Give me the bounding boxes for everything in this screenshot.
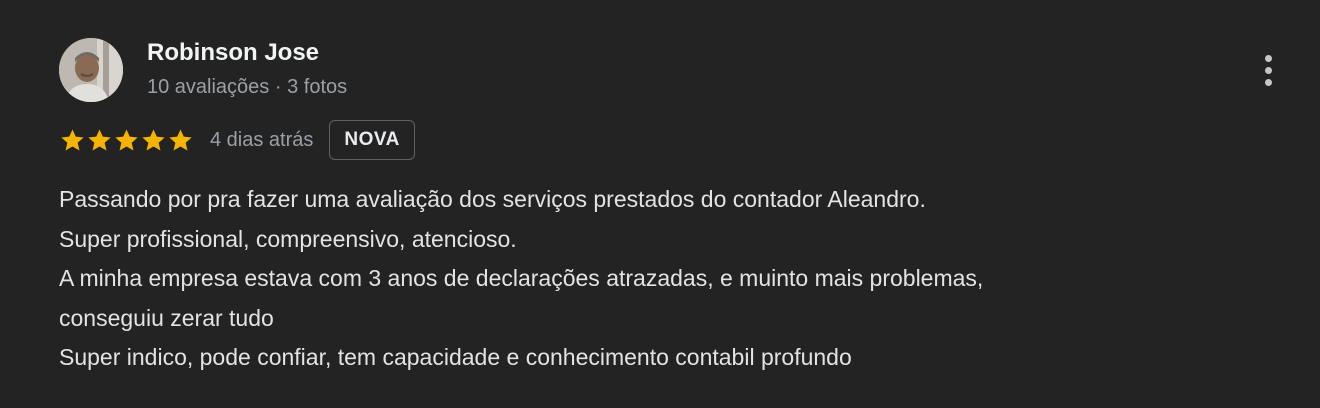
avatar-photo-icon <box>59 38 123 102</box>
star-rating <box>59 127 194 154</box>
reviewer-meta: 10 avaliações · 3 fotos <box>147 76 348 98</box>
more-vert-icon-dot <box>1264 78 1272 86</box>
more-options-button[interactable] <box>1252 50 1284 90</box>
avatar[interactable] <box>59 38 123 102</box>
review-text-line: Super profissional, compreensivo, atenci… <box>59 225 517 252</box>
review-text-line: Passando por pra fazer uma avaliação dos… <box>59 186 926 212</box>
star-icon <box>169 128 192 151</box>
star-icon <box>88 128 111 151</box>
star-icon <box>61 128 84 151</box>
more-vert-icon-dot <box>1264 66 1272 74</box>
review-card: Robinson Jose 10 avaliações · 3 fotos 4 … <box>0 0 1320 408</box>
review-text-line: A minha empresa estava com 3 anos de dec… <box>59 265 984 291</box>
rating-row: 4 dias atrás NOVA <box>59 118 415 162</box>
review-text-line: Super indico, pode confiar, tem capacida… <box>59 344 852 370</box>
review-text-line: conseguiu zerar tudo <box>59 304 274 331</box>
review-text: Passando por pra fazer uma avaliação dos… <box>59 180 1259 378</box>
new-badge: NOVA <box>329 120 415 160</box>
more-vert-icon <box>1264 54 1272 62</box>
reviewer-name[interactable]: Robinson Jose <box>147 38 319 68</box>
star-icon <box>142 128 165 151</box>
star-icon <box>115 128 138 151</box>
review-time: 4 dias atrás <box>210 128 314 151</box>
